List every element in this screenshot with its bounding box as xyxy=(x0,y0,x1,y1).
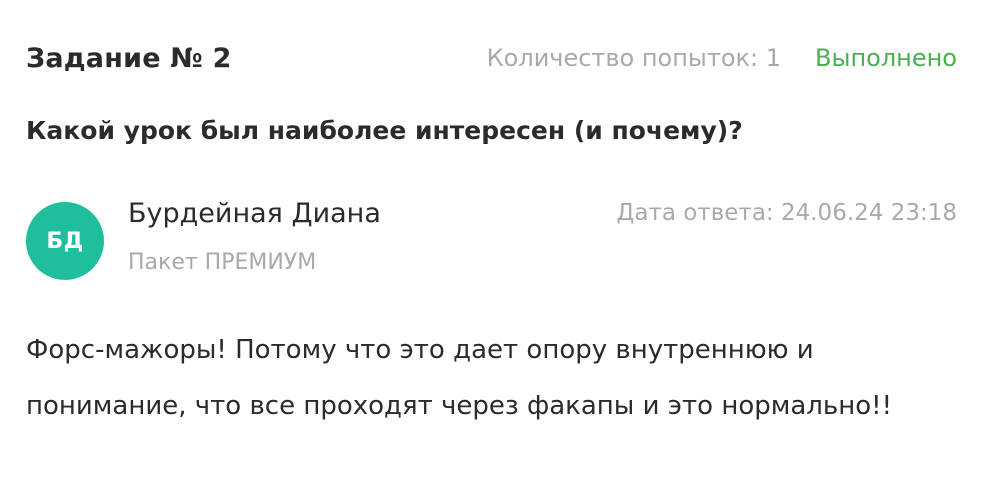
task-meta: Количество попыток: 1 Выполнено xyxy=(487,44,957,72)
avatar: БД xyxy=(26,202,104,280)
author-name: Бурдейная Диана xyxy=(128,198,381,229)
question-text: Какой урок был наиболее интересен (и поч… xyxy=(26,116,743,145)
answer-header: БД Бурдейная Диана Пакет ПРЕМИУМ Дата от… xyxy=(26,196,957,286)
task-title: Задание № 2 xyxy=(26,42,232,74)
attempts-count: Количество попыток: 1 xyxy=(486,44,782,72)
answer-date: Дата ответа: 24.06.24 23:18 xyxy=(616,200,957,226)
task-card: Задание № 2 Количество попыток: 1 Выполн… xyxy=(0,0,983,499)
author-plan: Пакет ПРЕМИУМ xyxy=(128,250,317,275)
task-header: Задание № 2 Количество попыток: 1 Выполн… xyxy=(26,38,957,78)
status-badge: Выполнено xyxy=(815,44,957,72)
answer-text: Форс-мажоры! Потому что это дает опору в… xyxy=(26,335,892,421)
